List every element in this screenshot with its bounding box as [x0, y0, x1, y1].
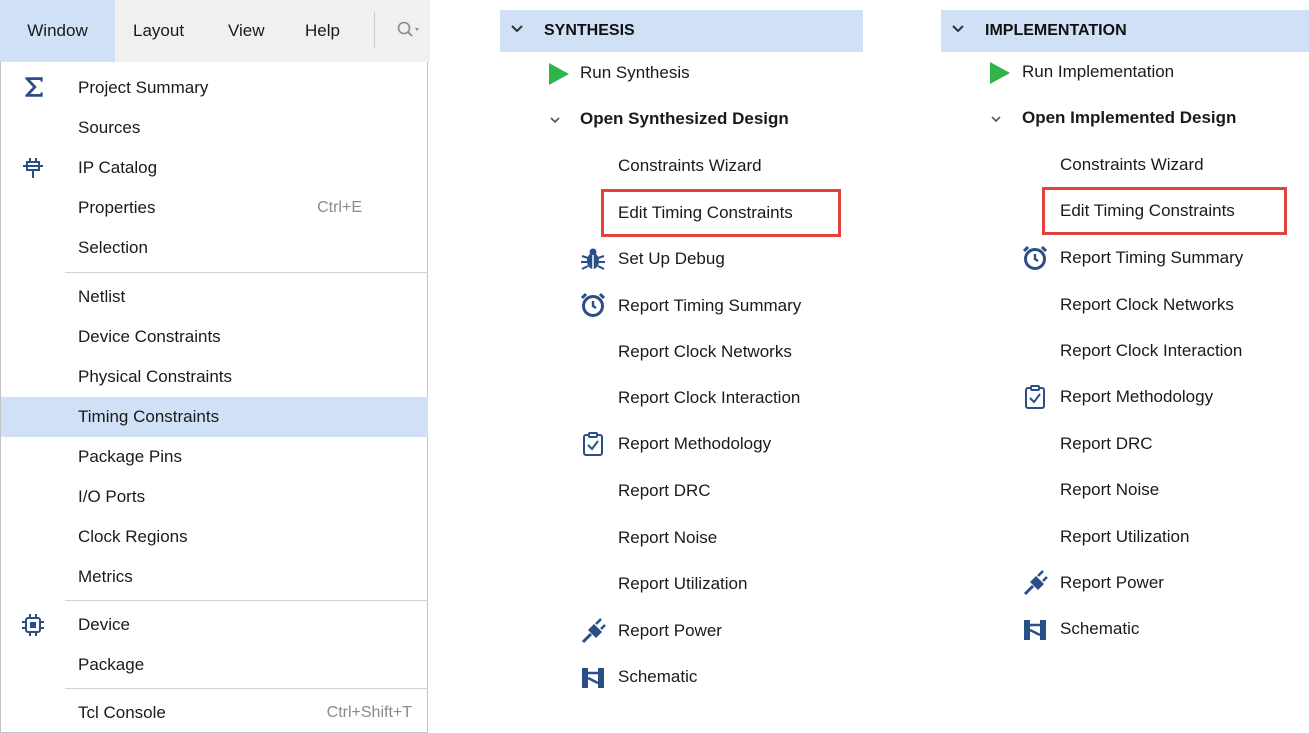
impl-constraints-wizard-link[interactable]: Constraints Wizard — [1060, 145, 1204, 185]
menu-item-device-constraints[interactable]: Device Constraints — [1, 317, 428, 357]
schematic-icon — [582, 668, 604, 688]
menu-item-label: Metrics — [78, 567, 133, 586]
run-play-icon — [990, 62, 1010, 84]
menu-item-label: Physical Constraints — [78, 367, 233, 386]
syn-report-drc-link[interactable]: Report DRC — [618, 471, 711, 511]
syn-edit-timing-constraints-link[interactable]: Edit Timing Constraints — [618, 193, 793, 233]
chevron-down-icon[interactable] — [990, 113, 1002, 125]
syn-schematic-link[interactable]: Schematic — [618, 657, 697, 697]
menu-item-shortcut: Ctrl+Shift+T — [326, 704, 412, 721]
menu-item-tcl-console[interactable]: Tcl Console Ctrl+Shift+T — [1, 693, 428, 733]
menu-item-package-pins[interactable]: Package Pins — [1, 437, 428, 477]
menu-separator — [65, 600, 428, 601]
menu-item-label: Properties — [78, 198, 156, 217]
stopwatch-icon — [1022, 245, 1048, 270]
menu-separator — [65, 688, 428, 689]
set-up-debug-link[interactable]: Set Up Debug — [618, 239, 725, 279]
impl-report-utilization-link[interactable]: Report Utilization — [1060, 517, 1189, 557]
clipboard-check-icon — [1025, 385, 1045, 409]
run-play-icon — [549, 63, 569, 85]
menu-item-ip-catalog[interactable]: IP Catalog — [1, 148, 428, 188]
impl-report-timing-summary-link[interactable]: Report Timing Summary — [1060, 238, 1243, 278]
menu-help[interactable]: Help — [305, 0, 340, 62]
menu-separator — [65, 272, 428, 273]
syn-report-timing-summary-link[interactable]: Report Timing Summary — [618, 286, 801, 326]
run-synthesis-link[interactable]: Run Synthesis — [580, 53, 690, 93]
menu-item-label: I/O Ports — [78, 487, 146, 506]
syn-report-noise-link[interactable]: Report Noise — [618, 518, 717, 558]
chip-icon — [22, 614, 44, 636]
syn-report-clock-interaction-link[interactable]: Report Clock Interaction — [618, 378, 800, 418]
menu-item-sources[interactable]: Sources — [1, 108, 428, 148]
section-title: SYNTHESIS — [544, 22, 635, 39]
menu-item-project-summary[interactable]: Project Summary — [1, 68, 428, 108]
impl-report-methodology-link[interactable]: Report Methodology — [1060, 377, 1213, 417]
menu-item-label: Package — [78, 655, 145, 674]
menu-item-package[interactable]: Package — [1, 645, 428, 685]
menu-item-timing-constraints[interactable]: Timing Constraints — [1, 397, 428, 437]
menu-item-label: Selection — [78, 238, 148, 257]
impl-report-clock-interaction-link[interactable]: Report Clock Interaction — [1060, 331, 1242, 371]
menu-item-label: Package Pins — [78, 447, 182, 466]
power-plug-icon — [581, 618, 606, 644]
menu-item-label: Clock Regions — [78, 527, 188, 546]
chevron-down-icon — [952, 25, 964, 33]
menu-view[interactable]: View — [228, 0, 265, 62]
menu-window[interactable]: Window — [0, 0, 115, 62]
impl-edit-timing-constraints-link[interactable]: Edit Timing Constraints — [1060, 191, 1235, 231]
syn-constraints-wizard-link[interactable]: Constraints Wizard — [618, 146, 762, 186]
menu-item-device[interactable]: Device — [1, 605, 428, 645]
open-implemented-design-link[interactable]: Open Implemented Design — [1022, 98, 1236, 138]
power-plug-icon — [1023, 570, 1048, 596]
syn-report-methodology-link[interactable]: Report Methodology — [618, 424, 771, 464]
clipboard-check-icon — [583, 432, 603, 456]
menu-layout[interactable]: Layout — [133, 0, 184, 62]
impl-report-clock-networks-link[interactable]: Report Clock Networks — [1060, 285, 1234, 325]
menu-item-label: Netlist — [78, 287, 126, 306]
schematic-icon — [1024, 620, 1046, 640]
run-implementation-link[interactable]: Run Implementation — [1022, 52, 1174, 92]
impl-report-drc-link[interactable]: Report DRC — [1060, 424, 1153, 464]
menu-item-label: Device Constraints — [78, 327, 221, 346]
menu-item-shortcut: Ctrl+E — [317, 199, 362, 216]
synthesis-section-header[interactable]: SYNTHESIS — [500, 10, 863, 52]
menu-item-label: Project Summary — [78, 78, 209, 97]
menu-item-label: Tcl Console — [78, 703, 166, 722]
menu-item-clock-regions[interactable]: Clock Regions — [1, 517, 428, 557]
sigma-icon — [25, 77, 43, 97]
section-title: IMPLEMENTATION — [985, 22, 1127, 39]
menu-bar: Window Layout View Help — [0, 0, 430, 62]
menu-item-label: Sources — [78, 118, 141, 137]
chevron-down-icon[interactable] — [549, 114, 561, 126]
menu-item-properties[interactable]: Properties Ctrl+E — [1, 188, 428, 228]
plug-icon — [23, 158, 43, 178]
impl-report-noise-link[interactable]: Report Noise — [1060, 470, 1159, 510]
bug-icon — [581, 248, 605, 270]
stopwatch-icon — [580, 292, 606, 317]
menu-item-label: IP Catalog — [78, 158, 158, 177]
syn-report-power-link[interactable]: Report Power — [618, 611, 722, 651]
chevron-down-icon — [511, 25, 523, 33]
open-synthesized-design-link[interactable]: Open Synthesized Design — [580, 99, 789, 139]
menu-item-label: Timing Constraints — [78, 407, 220, 426]
impl-schematic-link[interactable]: Schematic — [1060, 609, 1139, 649]
window-menu-dropdown: Project Summary Sources IP Catalog Prope… — [0, 62, 428, 733]
menu-item-metrics[interactable]: Metrics — [1, 557, 428, 597]
syn-report-clock-networks-link[interactable]: Report Clock Networks — [618, 332, 792, 372]
menu-item-netlist[interactable]: Netlist — [1, 277, 428, 317]
search-dropdown-icon[interactable] — [396, 20, 422, 42]
syn-report-utilization-link[interactable]: Report Utilization — [618, 564, 747, 604]
menu-item-selection[interactable]: Selection — [1, 228, 428, 268]
implementation-section-header[interactable]: IMPLEMENTATION — [941, 10, 1309, 52]
menubar-divider — [374, 12, 375, 48]
menu-item-label: Device — [78, 615, 130, 634]
menu-item-physical-constraints[interactable]: Physical Constraints — [1, 357, 428, 397]
menu-item-io-ports[interactable]: I/O Ports — [1, 477, 428, 517]
impl-report-power-link[interactable]: Report Power — [1060, 563, 1164, 603]
